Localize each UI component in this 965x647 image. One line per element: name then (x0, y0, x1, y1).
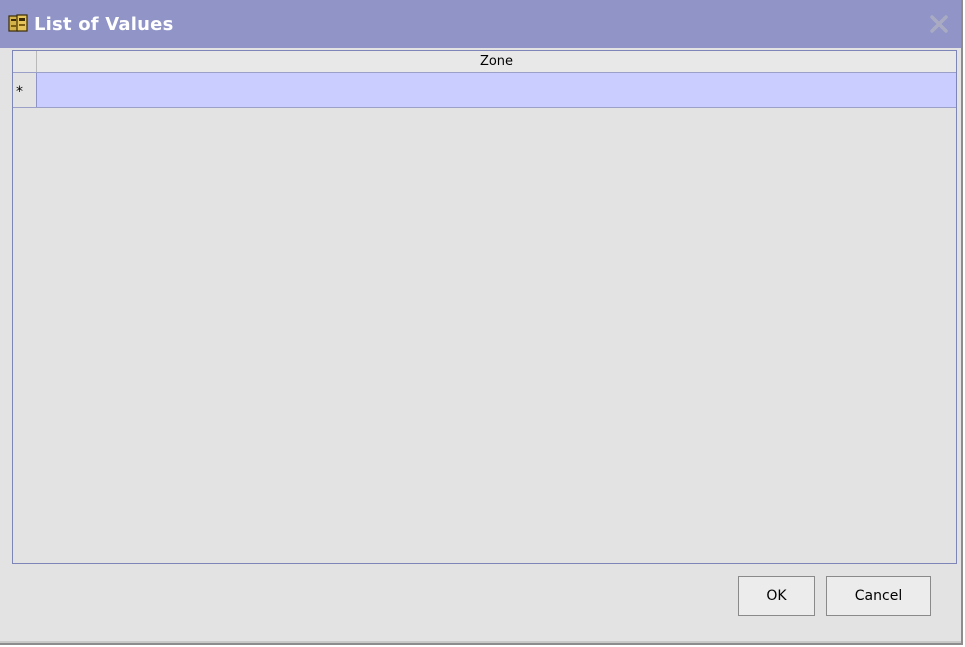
list-of-values-dialog: List of Values Zone * OK Cancel (0, 0, 963, 645)
dialog-bottom-edge (0, 641, 961, 643)
window-title: List of Values (34, 14, 174, 35)
table-corner-cell (13, 51, 37, 72)
new-row-marker: * (13, 73, 37, 107)
cancel-button[interactable]: Cancel (826, 576, 931, 616)
lov-book-icon (8, 14, 30, 34)
zone-cell[interactable] (37, 73, 956, 107)
close-icon[interactable] (926, 11, 952, 37)
table-row[interactable]: * (13, 73, 956, 108)
table-header-row: Zone (13, 51, 956, 73)
column-header-zone[interactable]: Zone (37, 51, 956, 72)
title-bar[interactable]: List of Values (0, 0, 961, 48)
ok-button[interactable]: OK (738, 576, 815, 616)
values-table[interactable]: Zone * (12, 50, 957, 564)
